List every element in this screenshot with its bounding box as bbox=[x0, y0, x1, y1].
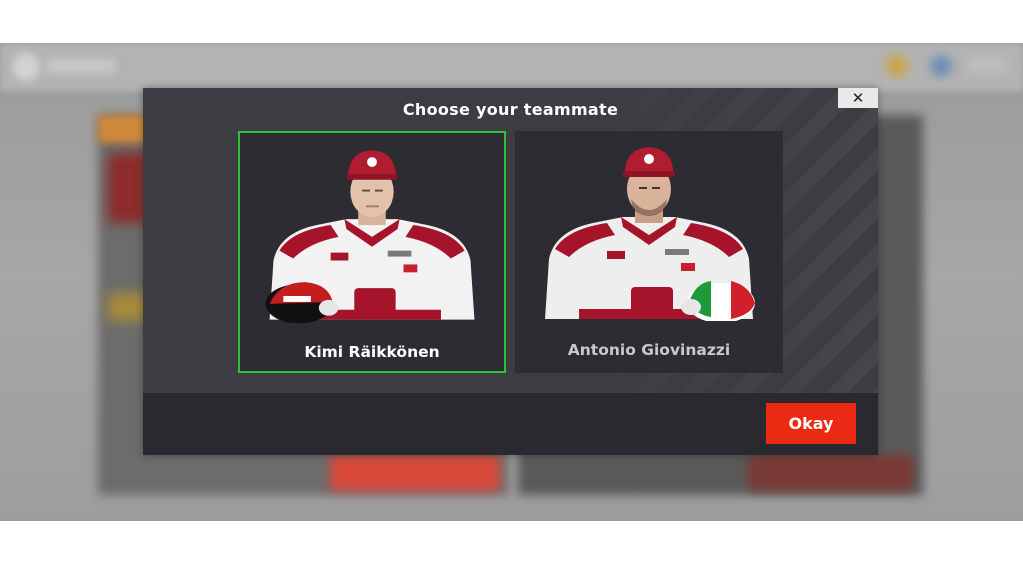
driver-portrait bbox=[545, 147, 755, 321]
dialog-footer: Okay bbox=[143, 393, 878, 455]
driver-portrait bbox=[265, 150, 475, 323]
driver-name: Antonio Giovinazzi bbox=[567, 341, 731, 359]
background-currency-icon bbox=[930, 55, 952, 77]
driver-name: Kimi Räikkönen bbox=[304, 343, 440, 361]
background-button bbox=[330, 455, 500, 491]
okay-button[interactable]: Okay bbox=[766, 403, 856, 444]
background-logo bbox=[12, 53, 40, 81]
background-top-bar bbox=[0, 43, 1023, 91]
background-yellow-block bbox=[108, 293, 148, 321]
dialog-title: Choose your teammate bbox=[402, 100, 619, 119]
background-currency-icon bbox=[886, 55, 908, 77]
driver-card-raikkonen[interactable]: Kimi Räikkönen bbox=[238, 131, 506, 373]
background-button bbox=[748, 455, 913, 491]
background-logo-text bbox=[46, 59, 116, 73]
choose-teammate-dialog: ✕ Choose your teammate Kimi Räikkönen An… bbox=[143, 88, 878, 455]
driver-card-giovinazzi[interactable]: Antonio Giovinazzi bbox=[515, 131, 783, 373]
background-currency-amount bbox=[966, 57, 1006, 73]
background-red-block bbox=[108, 153, 148, 223]
